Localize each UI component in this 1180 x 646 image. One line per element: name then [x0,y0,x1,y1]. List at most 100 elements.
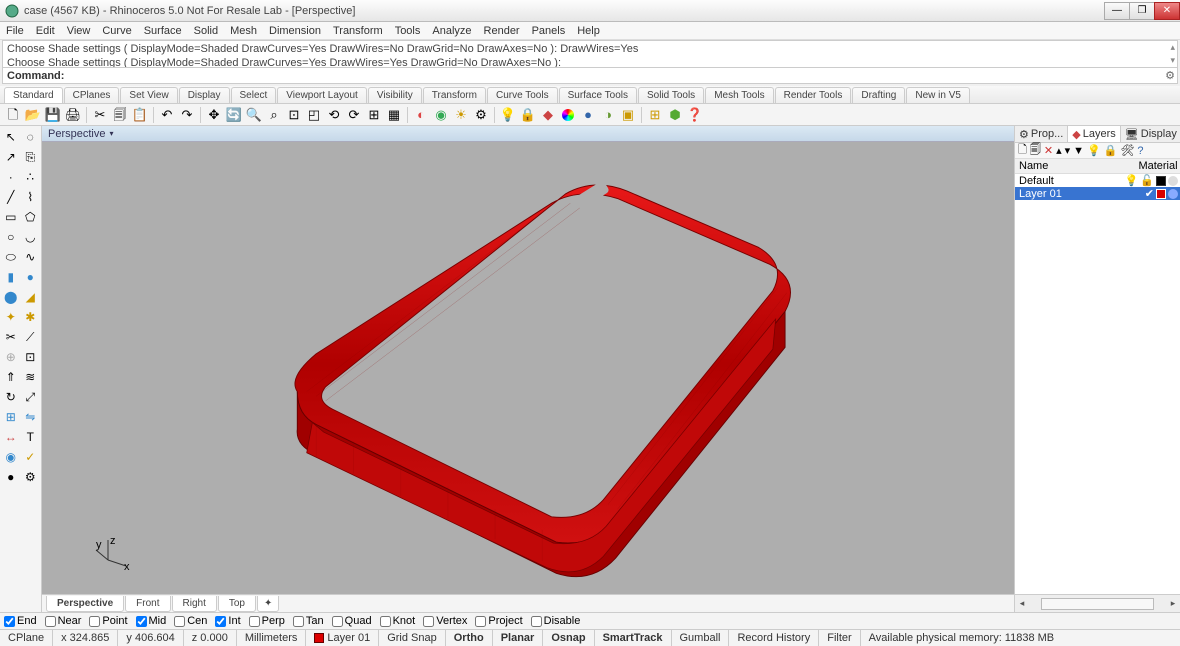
zoom-window-icon[interactable]: ⌕ [265,106,283,124]
scroll-right-icon[interactable]: ▸ [1166,598,1180,609]
copy-icon[interactable]: 🗐 [111,106,129,124]
material-swatch[interactable] [1168,176,1178,186]
array-icon[interactable]: ⊞ [2,408,20,426]
layer-row-layer01[interactable]: Layer 01 ✔ [1015,187,1180,200]
osnap-quad[interactable]: Quad [332,615,372,627]
osnap-cen[interactable]: Cen [174,615,207,627]
4view-icon[interactable]: ▦ [385,106,403,124]
box-icon[interactable]: ▮ [2,268,20,286]
split-icon[interactable]: ⟋ [22,328,40,346]
col-name[interactable]: Name [1015,160,1136,172]
tab-visibility[interactable]: Visibility [368,87,422,103]
lasso-icon[interactable]: ◌ [22,128,40,146]
move-icon[interactable]: ↗ [2,148,20,166]
menu-dimension[interactable]: Dimension [269,25,321,37]
panel-tab-properties[interactable]: ⚙Prop... [1015,126,1068,142]
material-swatch[interactable] [1168,189,1178,199]
analyze-icon[interactable]: ✓ [22,448,40,466]
layer-tools-icon[interactable]: 🛠 [1120,144,1134,157]
osnap-point[interactable]: Point [89,615,127,627]
status-cplane[interactable]: CPlane [0,630,53,646]
menu-panels[interactable]: Panels [532,25,566,37]
menu-help[interactable]: Help [577,25,600,37]
rect-icon[interactable]: ▭ [2,208,20,226]
pan-icon[interactable]: ✥ [205,106,223,124]
color-swatch[interactable] [1156,189,1166,199]
view-tab-top[interactable]: Top [218,596,256,612]
options-icon[interactable]: ☀ [452,106,470,124]
menu-analyze[interactable]: Analyze [432,25,471,37]
tab-solid-tools[interactable]: Solid Tools [638,87,704,103]
undo-view-icon[interactable]: ⟲ [325,106,343,124]
trim-icon[interactable]: ✂ [2,328,20,346]
properties-icon[interactable]: ⚙ [472,106,490,124]
osnap-tan[interactable]: Tan [293,615,324,627]
tab-curve-tools[interactable]: Curve Tools [487,87,558,103]
open-icon[interactable]: 📂 [24,106,42,124]
polyline-icon[interactable]: ⌇ [22,188,40,206]
status-smarttrack[interactable]: SmartTrack [595,630,672,646]
edit-pt-icon[interactable]: ✦ [2,308,20,326]
redo-view-icon[interactable]: ⟳ [345,106,363,124]
status-history[interactable]: Record History [729,630,819,646]
osnap-mid[interactable]: Mid [136,615,167,627]
view-tab-front[interactable]: Front [125,596,170,612]
render2-icon[interactable]: ● [2,468,20,486]
scroll-track[interactable] [1041,598,1154,610]
zoom-selected-icon[interactable]: ◰ [305,106,323,124]
tab-render-tools[interactable]: Render Tools [775,87,852,103]
hide-icon[interactable]: 💡 [499,106,517,124]
undo-icon[interactable]: ↶ [158,106,176,124]
menu-solid[interactable]: Solid [194,25,218,37]
osnap-int[interactable]: Int [215,615,240,627]
point-icon[interactable]: · [2,168,20,186]
status-osnap[interactable]: Osnap [543,630,594,646]
polygon-icon[interactable]: ⬠ [22,208,40,226]
layer-row-default[interactable]: Default 💡 🔓 [1015,174,1180,187]
view-tab-perspective[interactable]: Perspective [46,596,124,612]
command-options-icon[interactable]: ⚙ [1165,69,1175,82]
status-gridsnap[interactable]: Grid Snap [379,630,446,646]
object-color-icon[interactable] [559,106,577,124]
new-icon[interactable]: 🗋 [4,106,22,124]
delete-layer-icon[interactable]: ✕ [1044,144,1053,157]
scale-icon[interactable]: ⤢ [22,388,40,406]
status-units[interactable]: Millimeters [237,630,307,646]
dropdown-icon[interactable]: ▾ [109,129,113,138]
osnap-near[interactable]: Near [45,615,82,627]
copy-obj-icon[interactable]: ⎘ [22,148,40,166]
panel-tab-display[interactable]: 🖥Display [1121,126,1180,142]
command-line[interactable]: Command: ⚙ [2,68,1178,84]
extrude-icon[interactable]: ⇑ [2,368,20,386]
zoom-icon[interactable]: 🔍 [245,106,263,124]
paste-icon[interactable]: 📋 [131,106,149,124]
help-icon[interactable]: ❓ [686,106,704,124]
line-icon[interactable]: ╱ [2,188,20,206]
menu-edit[interactable]: Edit [36,25,55,37]
shade-icon[interactable]: ◐ [412,106,430,124]
show-toolbar-icon[interactable]: ⊞ [646,106,664,124]
menu-mesh[interactable]: Mesh [230,25,257,37]
osnap-perp[interactable]: Perp [249,615,285,627]
named-views-icon[interactable]: ▣ [619,106,637,124]
scroll-left-icon[interactable]: ◂ [1015,598,1029,609]
new-layer-icon[interactable]: 🗋 [1018,141,1027,160]
selection-filter-icon[interactable]: ◑ [599,106,617,124]
layer-bulb-icon[interactable]: 💡 [1087,144,1101,157]
tab-mesh-tools[interactable]: Mesh Tools [705,87,773,103]
osnap-knot[interactable]: Knot [380,615,416,627]
lock-icon[interactable]: 🔒 [519,106,537,124]
tab-cplanes[interactable]: CPlanes [64,87,120,103]
print-icon[interactable]: 🖨 [64,106,82,124]
check-icon[interactable]: ✔ [1145,187,1154,200]
tab-standard[interactable]: Standard [4,87,63,103]
tab-setview[interactable]: Set View [120,87,177,103]
rotate-view-icon[interactable]: 🔄 [225,106,243,124]
curve-icon[interactable]: ∿ [22,248,40,266]
color-swatch[interactable] [1156,176,1166,186]
filter-icon[interactable]: ▼ [1073,145,1084,157]
maximize-button[interactable]: ❐ [1129,2,1155,20]
tab-select[interactable]: Select [231,87,277,103]
layer-lock-icon[interactable]: 🔒 [1104,144,1118,157]
tab-surface-tools[interactable]: Surface Tools [559,87,637,103]
